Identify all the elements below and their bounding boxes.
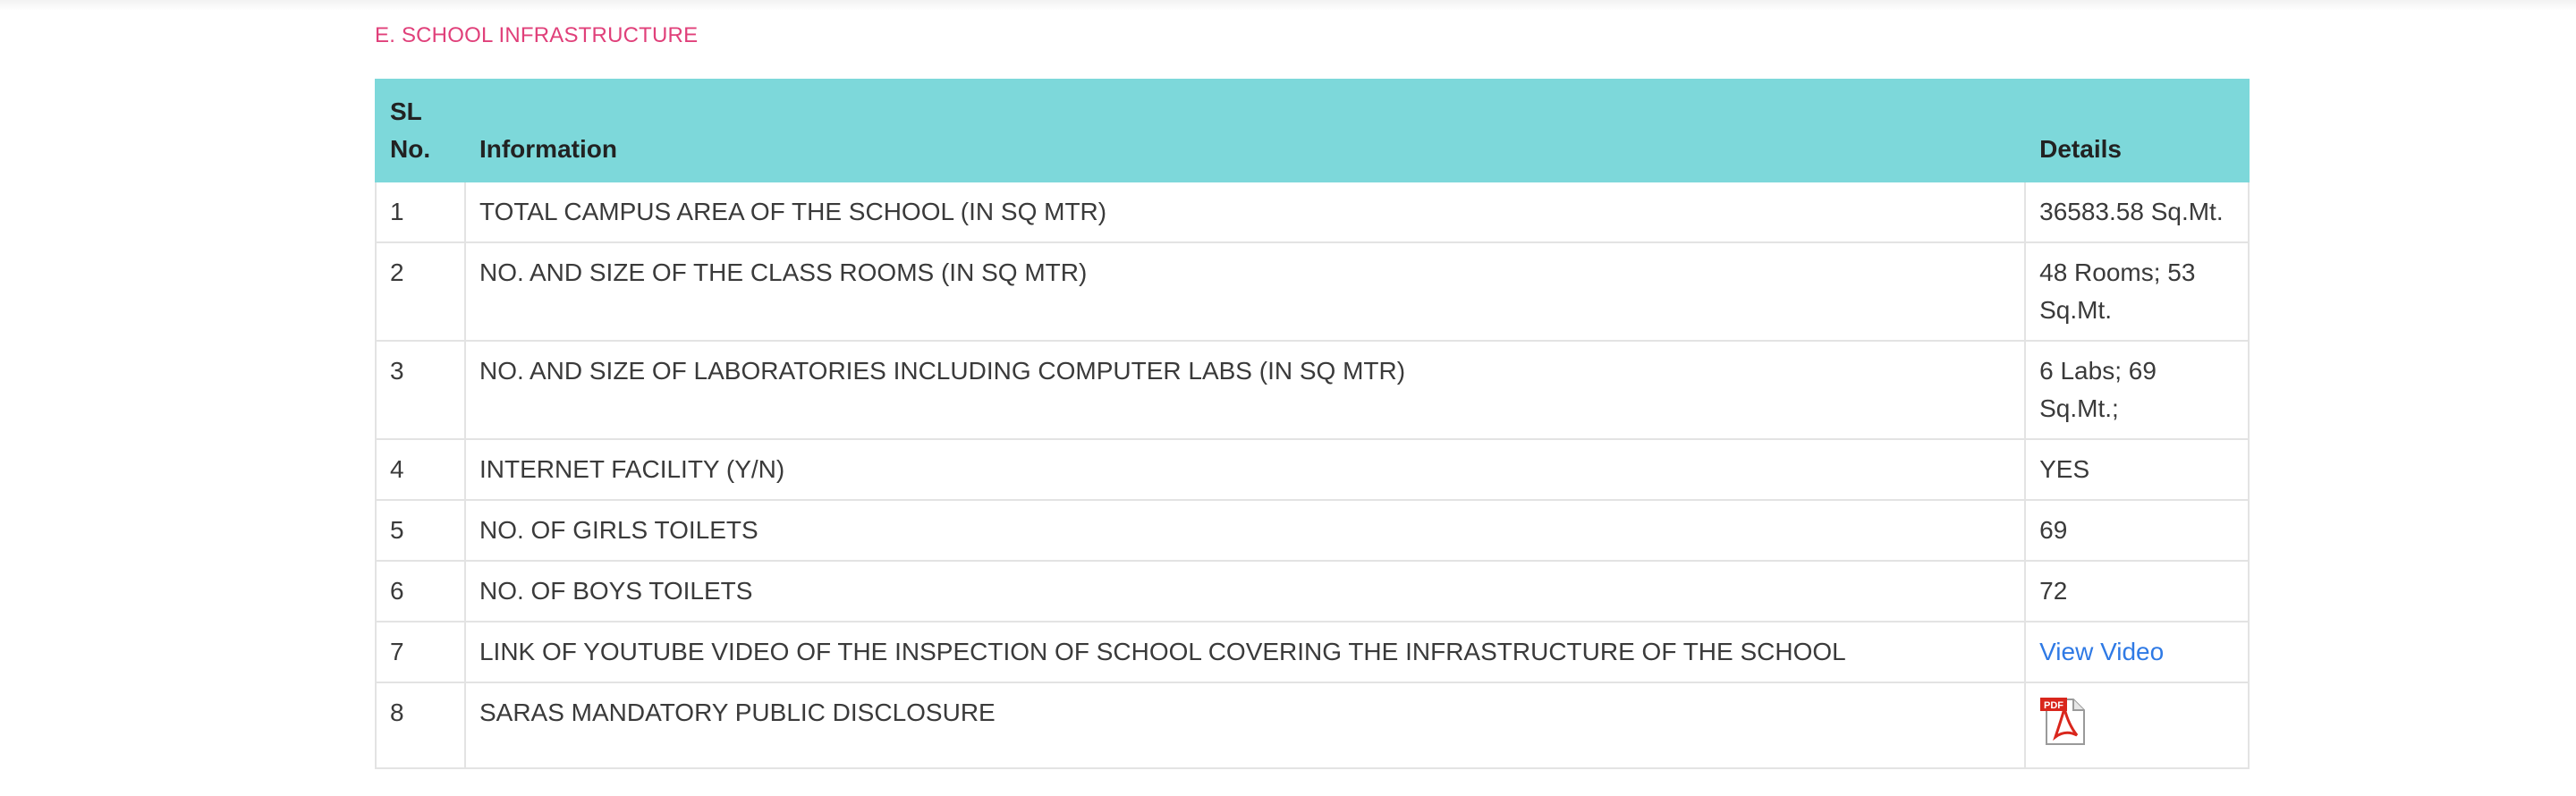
row-sl: 3 <box>375 340 466 440</box>
header-information: Information <box>463 79 2027 182</box>
row-details: View Video <box>2024 621 2250 683</box>
row-details: YES <box>2024 438 2250 501</box>
table-header-row: SL No. Information Details <box>375 79 2250 182</box>
view-video-link[interactable]: View Video <box>2039 638 2164 665</box>
table-row: 4 INTERNET FACILITY (Y/N) YES <box>375 438 2250 501</box>
header-details: Details <box>2024 79 2250 182</box>
row-sl: 1 <box>375 181 466 243</box>
top-shadow <box>0 0 2576 11</box>
row-sl: 8 <box>375 682 466 769</box>
row-information: NO. AND SIZE OF LABORATORIES INCLUDING C… <box>463 340 2027 440</box>
row-sl: 4 <box>375 438 466 501</box>
row-details: 6 Labs; 69 Sq.Mt.; <box>2024 340 2250 440</box>
row-details: 69 <box>2024 499 2250 562</box>
row-sl: 6 <box>375 560 466 622</box>
row-sl: 7 <box>375 621 466 683</box>
row-details: 48 Rooms; 53 Sq.Mt. <box>2024 241 2250 342</box>
row-information: SARAS MANDATORY PUBLIC DISCLOSURE <box>463 682 2027 769</box>
row-sl: 2 <box>375 241 466 342</box>
table-row: 5 NO. OF GIRLS TOILETS 69 <box>375 499 2250 562</box>
row-details: PDF <box>2024 682 2250 769</box>
infrastructure-table: SL No. Information Details 1 TOTAL CAMPU… <box>375 79 2250 769</box>
row-information: LINK OF YOUTUBE VIDEO OF THE INSPECTION … <box>463 621 2027 683</box>
pdf-file-icon[interactable]: PDF <box>2039 696 2089 746</box>
row-information: TOTAL CAMPUS AREA OF THE SCHOOL (IN SQ M… <box>463 181 2027 243</box>
table-row: 8 SARAS MANDATORY PUBLIC DISCLOSURE PDF <box>375 682 2250 769</box>
table-row: 6 NO. OF BOYS TOILETS 72 <box>375 560 2250 622</box>
header-sl-no: SL No. <box>375 79 466 182</box>
row-details: 72 <box>2024 560 2250 622</box>
row-information: NO. OF BOYS TOILETS <box>463 560 2027 622</box>
row-information: INTERNET FACILITY (Y/N) <box>463 438 2027 501</box>
row-details: 36583.58 Sq.Mt. <box>2024 181 2250 243</box>
table-row: 7 LINK OF YOUTUBE VIDEO OF THE INSPECTIO… <box>375 621 2250 683</box>
pdf-file-icon-graphic: PDF <box>2040 698 2086 745</box>
table-row: 3 NO. AND SIZE OF LABORATORIES INCLUDING… <box>375 340 2250 440</box>
row-information: NO. AND SIZE OF THE CLASS ROOMS (IN SQ M… <box>463 241 2027 342</box>
table-row: 2 NO. AND SIZE OF THE CLASS ROOMS (IN SQ… <box>375 241 2250 342</box>
section-title: E. SCHOOL INFRASTRUCTURE <box>375 23 699 47</box>
row-information: NO. OF GIRLS TOILETS <box>463 499 2027 562</box>
row-sl: 5 <box>375 499 466 562</box>
table-row: 1 TOTAL CAMPUS AREA OF THE SCHOOL (IN SQ… <box>375 181 2250 243</box>
pdf-icon-label: PDF <box>2044 700 2063 711</box>
